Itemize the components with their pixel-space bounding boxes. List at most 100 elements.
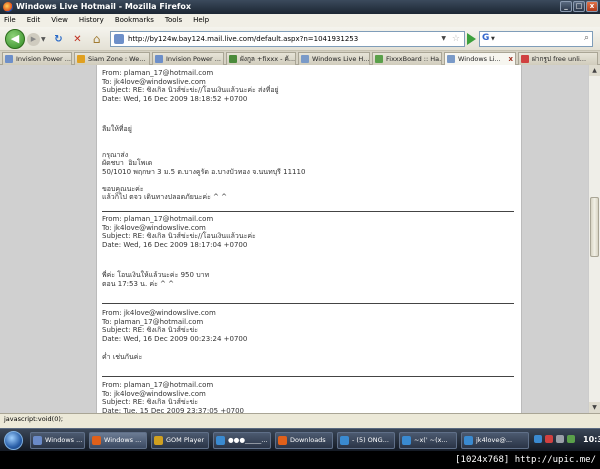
menu-help[interactable]: Help: [193, 14, 209, 27]
message-body: ลืมให้ที่อยู่ กรุณาส่ง ผัดชบา อิมโพเด 50…: [102, 125, 306, 201]
tab-invision-2[interactable]: Invision Power ...: [152, 52, 224, 65]
tab-favicon-icon: [447, 55, 455, 63]
menu-bookmarks[interactable]: Bookmarks: [115, 14, 154, 27]
taskbar-item-messenger-4[interactable]: jk4love@...: [461, 432, 529, 449]
window-controls: _ □ x: [560, 1, 598, 12]
tab-favicon-icon: [5, 55, 13, 63]
taskbar-item-label: Windows ...: [45, 436, 83, 444]
tab-favicon-icon: [155, 55, 163, 63]
taskbar-item-gom-player[interactable]: GOM Player: [151, 432, 209, 449]
tab-label: Windows Li...: [458, 55, 501, 63]
search-icon[interactable]: ⌕: [584, 33, 589, 43]
message-header: From: plaman_17@hotmail.com To: jk4love@…: [102, 381, 245, 413]
message-divider: [102, 376, 514, 377]
status-text: javascript:void(0);: [4, 415, 64, 423]
clock[interactable]: 10:36: [583, 428, 600, 451]
tab-fixxx[interactable]: ผังกูล +fixxx - ค้...: [226, 52, 296, 65]
tab-label: Invision Power ...: [16, 55, 71, 63]
image-host-banner: [1024x768] http://upic.me/: [0, 451, 600, 469]
tab-invision-1[interactable]: Invision Power ...: [2, 52, 72, 65]
menu-file[interactable]: File: [4, 14, 16, 27]
taskbar-item-messenger-2[interactable]: - (5) ONG...: [337, 432, 395, 449]
messenger-icon: [402, 436, 411, 445]
back-button[interactable]: ◀: [5, 29, 25, 49]
tab-favicon-icon: [301, 55, 309, 63]
taskbar-item-label: GOM Player: [166, 436, 205, 444]
tab-upload-image[interactable]: ฝากรูป free unli...: [518, 52, 598, 65]
tab-favicon-icon: [375, 55, 383, 63]
scroll-down-arrow-icon[interactable]: ▼: [589, 402, 600, 413]
tab-windows-live-active[interactable]: Windows Li... x: [444, 52, 516, 65]
url-dropdown-icon[interactable]: ▼: [441, 32, 446, 46]
menu-view[interactable]: View: [51, 14, 68, 27]
tab-fixxxboard[interactable]: FixxxBoard :: Ha...: [372, 52, 442, 65]
taskbar-item-label: jk4love@...: [476, 436, 513, 444]
tab-close-icon[interactable]: x: [508, 53, 513, 65]
scroll-up-arrow-icon[interactable]: ▲: [589, 65, 600, 76]
site-favicon: [114, 34, 124, 44]
firefox-window: Windows Live Hotmail - Mozilla Firefox _…: [0, 0, 600, 469]
taskbar-item-label: Downloads: [290, 436, 326, 444]
menu-tools[interactable]: Tools: [165, 14, 182, 27]
menu-history[interactable]: History: [79, 14, 104, 27]
network-icon[interactable]: [534, 435, 542, 443]
search-engine-dropdown-icon[interactable]: ▼: [491, 36, 495, 42]
maximize-button[interactable]: □: [573, 1, 585, 12]
window-icon: [33, 436, 42, 445]
gom-player-icon: [154, 436, 163, 445]
bookmark-star-icon[interactable]: ☆: [452, 32, 460, 46]
taskbar-item-label: - (5) ONG...: [352, 436, 389, 444]
taskbar-item-firefox[interactable]: Windows ...: [89, 432, 147, 449]
forward-button[interactable]: ▶: [27, 33, 40, 46]
tab-label: Invision Power ...: [166, 55, 221, 63]
tab-label: Windows Live H...: [312, 55, 370, 63]
stop-icon[interactable]: ✕: [71, 33, 84, 46]
home-icon[interactable]: ⌂: [90, 33, 103, 46]
taskbar-item-messenger-1[interactable]: ●●●_____...: [213, 432, 271, 449]
menu-edit[interactable]: Edit: [27, 14, 41, 27]
close-button[interactable]: x: [586, 1, 598, 12]
minimize-button[interactable]: _: [560, 1, 572, 12]
messenger-icon: [340, 436, 349, 445]
tab-label: ฝากรูป free unli...: [532, 55, 587, 63]
message-body: พี่ค่ะ โอนเงินให้แล้วนะค่ะ 950 บาท ตอน 1…: [102, 271, 210, 288]
antivirus-icon[interactable]: [545, 435, 553, 443]
windows-taskbar: Windows ... Windows ... GOM Player ●●●__…: [0, 428, 600, 451]
tab-favicon-icon: [229, 55, 237, 63]
title-bar: Windows Live Hotmail - Mozilla Firefox _…: [0, 0, 600, 14]
scrollbar-thumb[interactable]: [590, 197, 599, 257]
taskbar-item-downloads[interactable]: Downloads: [275, 432, 333, 449]
search-engine-icon[interactable]: G: [482, 33, 489, 43]
message-header: From: jk4love@windowslive.com To: plaman…: [102, 309, 248, 343]
tab-label: Siam Zone : We...: [88, 55, 146, 63]
email-thread: From: plaman_17@hotmail.com To: jk4love@…: [96, 65, 522, 413]
window-title: Windows Live Hotmail - Mozilla Firefox: [16, 2, 192, 11]
messenger-icon: [464, 436, 473, 445]
tab-label: FixxxBoard :: Ha...: [386, 55, 442, 63]
taskbar-item-label: Windows ...: [104, 436, 142, 444]
message-divider: [102, 211, 514, 212]
url-bar[interactable]: http://by124w.bay124.mail.live.com/defau…: [110, 31, 465, 47]
tab-favicon-icon: [77, 55, 85, 63]
message-header: From: plaman_17@hotmail.com To: jk4love@…: [102, 69, 279, 103]
downloads-icon: [278, 436, 287, 445]
vertical-scrollbar[interactable]: ▲ ▼: [588, 65, 600, 413]
tab-siam-zone[interactable]: Siam Zone : We...: [74, 52, 150, 65]
message-header: From: plaman_17@hotmail.com To: jk4love@…: [102, 215, 256, 249]
search-box[interactable]: G ▼ ⌕: [479, 31, 593, 47]
firefox-icon: [92, 436, 101, 445]
volume-icon[interactable]: [556, 435, 564, 443]
reload-icon[interactable]: ↻: [52, 33, 65, 46]
page-viewport: From: plaman_17@hotmail.com To: jk4love@…: [0, 65, 600, 413]
taskbar-item-windows-1[interactable]: Windows ...: [30, 432, 85, 449]
history-dropdown-icon[interactable]: ▼: [41, 36, 46, 43]
tab-windows-live-1[interactable]: Windows Live H...: [298, 52, 370, 65]
update-icon[interactable]: [567, 435, 575, 443]
go-arrow-icon[interactable]: [467, 33, 476, 45]
taskbar-item-messenger-3[interactable]: ~x(' ~(x...: [399, 432, 457, 449]
start-button[interactable]: [4, 431, 23, 450]
message-body: ค่ำ เช่นกันค่ะ: [102, 353, 143, 361]
taskbar-item-label: ~x(' ~(x...: [414, 436, 448, 444]
taskbar-item-label: ●●●_____...: [228, 436, 268, 444]
message-divider: [102, 303, 514, 304]
